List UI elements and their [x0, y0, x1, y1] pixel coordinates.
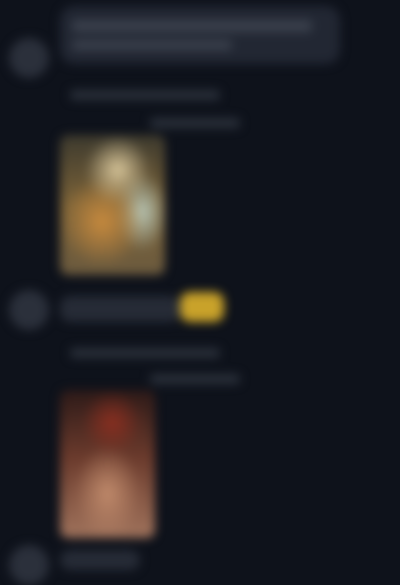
message-text-line [72, 20, 312, 32]
message-text-line [72, 40, 232, 50]
photo-thumbnail[interactable] [60, 135, 165, 275]
meta-line [150, 374, 240, 384]
meta-line [150, 118, 240, 128]
reaction-bar[interactable] [60, 296, 180, 322]
avatar-icon[interactable] [9, 545, 49, 585]
meta-line [70, 90, 220, 100]
photo-thumbnail[interactable] [60, 390, 155, 538]
avatar-icon[interactable] [9, 38, 49, 78]
avatar-icon[interactable] [9, 290, 49, 330]
reaction-bar[interactable] [60, 550, 140, 570]
message-bubble[interactable] [60, 6, 340, 64]
meta-line [70, 348, 220, 358]
photo-content [60, 135, 165, 275]
gold-badge[interactable] [180, 292, 224, 322]
chat-feed [0, 0, 400, 585]
photo-content [60, 390, 155, 538]
